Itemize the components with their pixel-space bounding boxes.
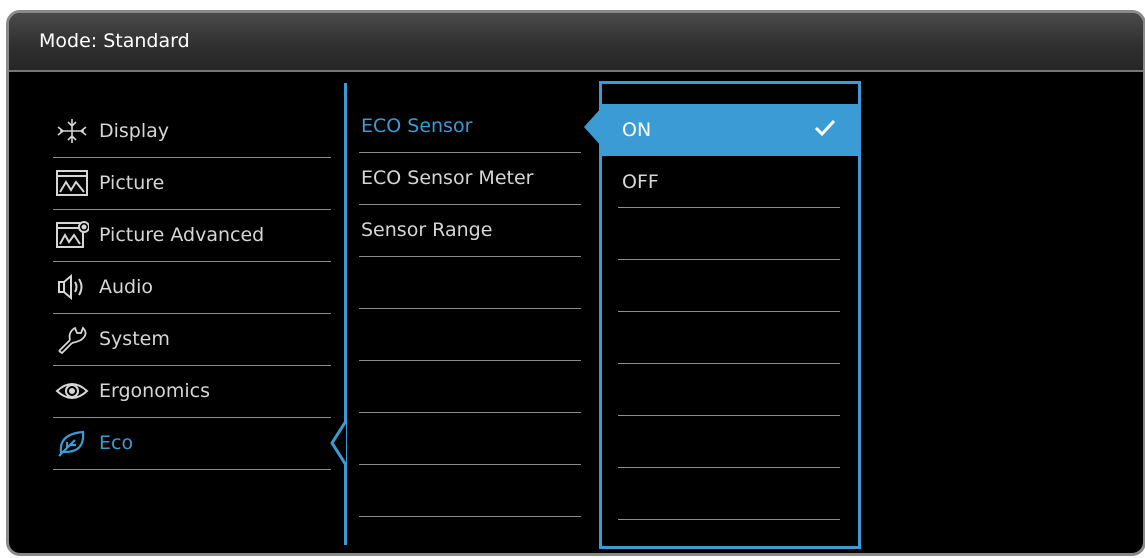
option-empty-row bbox=[618, 208, 840, 260]
submenu-empty-row bbox=[359, 361, 581, 413]
option-off[interactable]: OFF bbox=[618, 156, 840, 208]
submenu-empty-row bbox=[359, 465, 581, 517]
options-panel: ON OFF bbox=[599, 81, 861, 549]
picture-advanced-icon bbox=[55, 220, 90, 250]
menu-label-display: Display bbox=[99, 120, 170, 142]
active-submenu-pointer bbox=[584, 107, 602, 147]
submenu-empty-row bbox=[359, 413, 581, 465]
ergonomics-icon bbox=[55, 376, 89, 406]
submenu-label-sensor-range: Sensor Range bbox=[361, 219, 493, 241]
system-icon bbox=[55, 324, 89, 355]
option-label-off: OFF bbox=[622, 171, 659, 193]
menu-label-audio: Audio bbox=[99, 276, 154, 298]
option-label-on: ON bbox=[622, 119, 652, 141]
menu-label-ergonomics: Ergonomics bbox=[99, 380, 210, 402]
menu-item-display[interactable]: Display bbox=[53, 106, 331, 158]
submenu-divider bbox=[344, 83, 347, 545]
eco-icon bbox=[55, 428, 89, 458]
submenu-item-eco-sensor-meter[interactable]: ECO Sensor Meter bbox=[359, 153, 581, 205]
title-bar: Mode: Standard bbox=[9, 13, 1143, 72]
menu-label-system: System bbox=[99, 328, 170, 350]
checkmark-icon bbox=[814, 119, 836, 137]
submenu-empty-row bbox=[359, 309, 581, 361]
submenu-empty-row bbox=[359, 257, 581, 309]
osd-window: Mode: Standard Display Picture Picture A… bbox=[6, 10, 1145, 556]
menu-item-system[interactable]: System bbox=[53, 314, 331, 366]
active-menu-pointer bbox=[330, 421, 348, 465]
menu-label-picture: Picture bbox=[99, 172, 165, 194]
option-empty-row bbox=[618, 312, 840, 364]
submenu-label-eco-sensor: ECO Sensor bbox=[361, 115, 473, 137]
submenu-item-eco-sensor[interactable]: ECO Sensor bbox=[359, 101, 581, 153]
menu-item-picture-advanced[interactable]: Picture Advanced bbox=[53, 210, 331, 262]
option-empty-row bbox=[618, 416, 840, 468]
option-on[interactable]: ON bbox=[602, 104, 858, 156]
submenu-label-eco-sensor-meter: ECO Sensor Meter bbox=[361, 167, 534, 189]
option-empty-row bbox=[618, 260, 840, 312]
menu-item-eco[interactable]: Eco bbox=[53, 418, 331, 470]
mode-title: Mode: Standard bbox=[39, 30, 190, 52]
picture-icon bbox=[55, 168, 89, 198]
option-empty-row bbox=[618, 468, 840, 520]
menu-label-picture-advanced: Picture Advanced bbox=[99, 224, 265, 246]
menu-item-picture[interactable]: Picture bbox=[53, 158, 331, 210]
submenu-item-sensor-range[interactable]: Sensor Range bbox=[359, 205, 581, 257]
option-empty-row bbox=[618, 364, 840, 416]
menu-label-eco: Eco bbox=[99, 432, 134, 454]
menu-item-audio[interactable]: Audio bbox=[53, 262, 331, 314]
display-icon bbox=[55, 116, 89, 146]
audio-icon bbox=[55, 272, 89, 302]
menu-item-ergonomics[interactable]: Ergonomics bbox=[53, 366, 331, 418]
